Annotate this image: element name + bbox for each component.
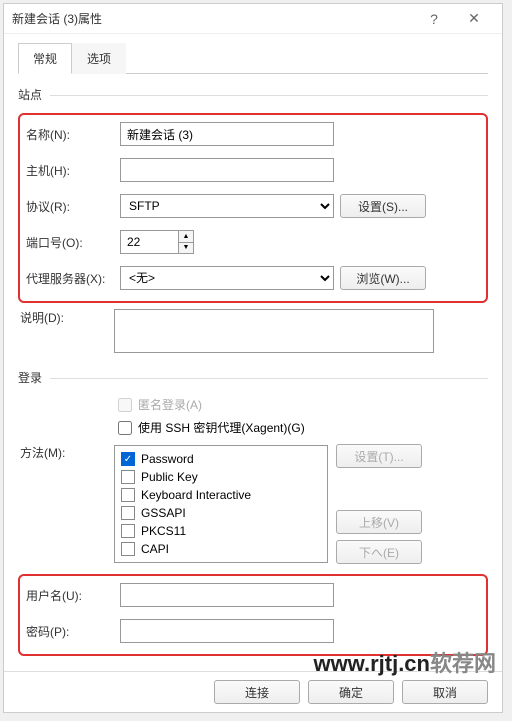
xagent-checkbox[interactable] — [118, 421, 132, 435]
xagent-label: 使用 SSH 密钥代理(Xagent)(G) — [138, 419, 305, 436]
check-icon[interactable]: ✓ — [121, 452, 135, 466]
highlight-box-site: 名称(N): 主机(H): 协议(R): SFTP — [18, 113, 488, 303]
proxy-label: 代理服务器(X): — [24, 270, 120, 287]
desc-textarea[interactable] — [114, 309, 434, 353]
proxy-select[interactable]: <无> — [120, 266, 334, 290]
method-list[interactable]: ✓Password Public Key Keyboard Interactiv… — [114, 445, 328, 563]
port-spinner: ▲ ▼ — [120, 230, 194, 254]
user-label: 用户名(U): — [24, 587, 120, 604]
method-capi: CAPI — [121, 540, 321, 558]
pass-label: 密码(P): — [24, 623, 120, 640]
close-button[interactable]: ✕ — [454, 5, 494, 33]
method-movedown-button[interactable]: 下へ(E) — [336, 540, 422, 564]
content-area: 常规 选项 站点 名称(N): 主机(H): — [4, 34, 502, 671]
method-keyboard: Keyboard Interactive — [121, 486, 321, 504]
cancel-button[interactable]: 取消 — [402, 680, 488, 704]
tab-options[interactable]: 选项 — [72, 43, 126, 74]
host-input[interactable] — [120, 158, 334, 182]
method-gssapi: GSSAPI — [121, 504, 321, 522]
method-label: 方法(M): — [18, 444, 114, 461]
protocol-settings-button[interactable]: 设置(S)... — [340, 194, 426, 218]
port-label: 端口号(O): — [24, 234, 120, 251]
highlight-box-credentials: 用户名(U): 密码(P): — [18, 574, 488, 656]
site-legend: 站点 — [18, 86, 488, 103]
ok-button[interactable]: 确定 — [308, 680, 394, 704]
login-section: 登录 匿名登录(A) 使用 SSH 密钥代理(Xagent)(G) 方法(M):… — [18, 369, 488, 656]
window-title: 新建会话 (3)属性 — [12, 10, 414, 27]
protocol-label: 协议(R): — [24, 198, 120, 215]
anon-checkbox — [118, 398, 132, 412]
help-button[interactable]: ? — [414, 5, 454, 33]
tab-bar: 常规 选项 — [18, 42, 488, 74]
name-label: 名称(N): — [24, 126, 120, 143]
name-input[interactable] — [120, 122, 334, 146]
tab-general[interactable]: 常规 — [18, 43, 72, 74]
anon-label: 匿名登录(A) — [138, 396, 202, 413]
port-spin-down[interactable]: ▼ — [178, 242, 194, 255]
site-section: 站点 名称(N): 主机(H): 协议(R): — [18, 86, 488, 353]
method-settings-button[interactable]: 设置(T)... — [336, 444, 422, 468]
method-pkcs11: PKCS11 — [121, 522, 321, 540]
footer: 连接 确定 取消 — [4, 671, 502, 712]
port-spin-up[interactable]: ▲ — [178, 230, 194, 242]
user-input[interactable] — [120, 583, 334, 607]
method-password: ✓Password — [121, 450, 321, 468]
pass-input[interactable] — [120, 619, 334, 643]
titlebar: 新建会话 (3)属性 ? ✕ — [4, 4, 502, 34]
method-publickey: Public Key — [121, 468, 321, 486]
host-label: 主机(H): — [24, 162, 120, 179]
desc-label: 说明(D): — [18, 309, 114, 326]
protocol-select[interactable]: SFTP — [120, 194, 334, 218]
dialog-window: 新建会话 (3)属性 ? ✕ 常规 选项 站点 名称(N): 主机(H): — [3, 3, 503, 713]
method-moveup-button[interactable]: 上移(V) — [336, 510, 422, 534]
connect-button[interactable]: 连接 — [214, 680, 300, 704]
port-input[interactable] — [120, 230, 178, 254]
proxy-browse-button[interactable]: 浏览(W)... — [340, 266, 426, 290]
login-legend: 登录 — [18, 369, 488, 386]
